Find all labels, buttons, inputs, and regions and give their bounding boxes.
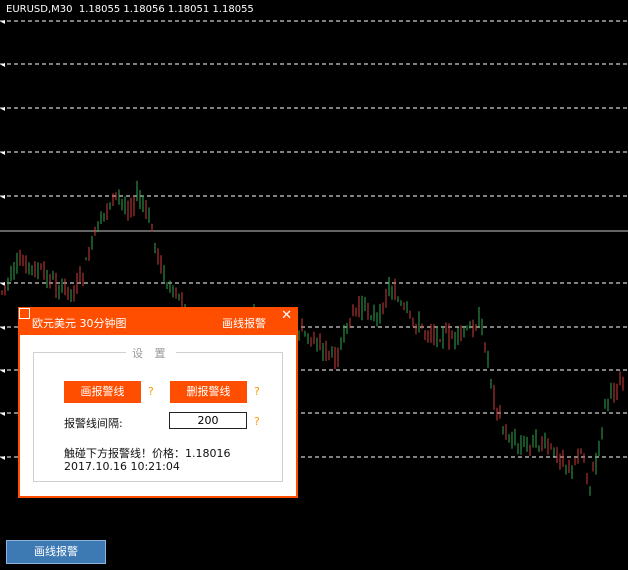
delete-alert-line-button[interactable]: 删报警线 [170,381,247,403]
alert-line-arrow-icon: ◂ [1,323,5,332]
draw-alert-toggle-button[interactable]: 画线报警 [6,540,106,564]
alert-line-arrow-icon: ◂ [1,453,5,462]
interval-input[interactable]: 200 [169,412,247,429]
panel-title: 欧元美元 30分钟图 [32,317,127,330]
alert-status-message: 触碰下方报警线！价格：1.18016 [64,447,231,460]
alert-panel-titlebar[interactable]: 欧元美元 30分钟图 画线报警 ✕ [20,308,296,335]
alert-line-arrow-icon: ◂ [1,17,5,26]
interval-label: 报警线间隔: [64,417,123,430]
alert-timestamp: 2017.10.16 10:21:04 [64,460,180,473]
alert-line-arrow-icon: ◂ [1,148,5,157]
close-icon[interactable]: ✕ [281,308,292,323]
chart-symbol: EURUSD,M30 [6,4,73,15]
alert-line-arrow-icon: ◂ [1,366,5,375]
delete-help-icon[interactable]: ? [254,385,260,398]
alert-line-arrow-icon: ◂ [1,409,5,418]
alert-line-arrow-icon: ◂ [1,104,5,113]
chart-ohlc: 1.18055 1.18056 1.18051 1.18055 [78,4,254,15]
panel-subtitle: 画线报警 [222,317,266,330]
chart-symbol-header: EURUSD,M30 1.18055 1.18056 1.18051 1.180… [6,4,254,15]
alert-panel: 欧元美元 30分钟图 画线报警 ✕ 设 置 画报警线 ? 删报警线 ? 报警线间… [18,307,298,498]
panel-corner-handle[interactable] [19,308,30,319]
draw-alert-line-button[interactable]: 画报警线 [64,381,141,403]
settings-section-label: 设 置 [126,345,176,361]
alert-line-arrow-icon: ◂ [1,279,5,288]
alert-line-arrow-icon: ◂ [1,60,5,69]
interval-help-icon[interactable]: ? [254,415,260,428]
alert-line-arrow-icon: ◂ [1,192,5,201]
draw-help-icon[interactable]: ? [148,385,154,398]
